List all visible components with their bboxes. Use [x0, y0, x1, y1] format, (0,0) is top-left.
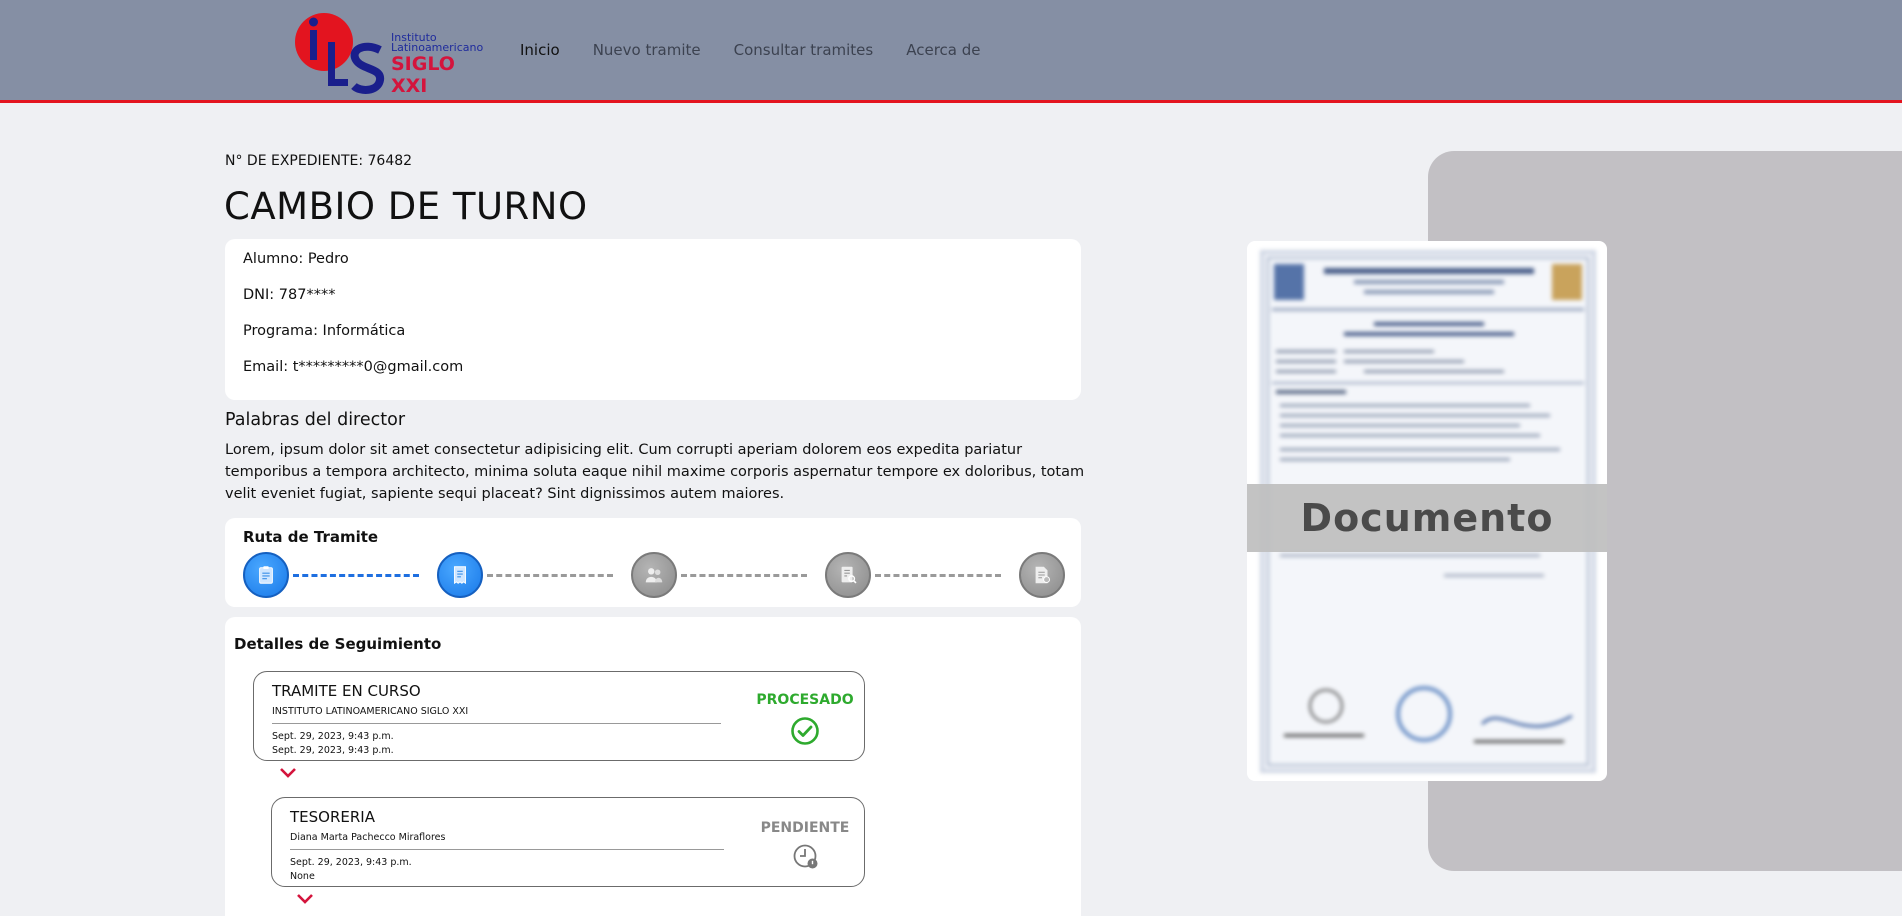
- divider: [290, 849, 724, 850]
- director-heading: Palabras del director: [225, 410, 406, 430]
- nav-acerca-de[interactable]: Acerca de: [906, 41, 980, 59]
- logo[interactable]: Instituto Latinoamericano SIGLO XXI: [294, 8, 483, 97]
- ruta-heading: Ruta de Tramite: [243, 528, 379, 546]
- document-search-icon: [841, 566, 857, 584]
- route-connector-done: [293, 574, 419, 577]
- document-label: Documento: [1300, 496, 1554, 540]
- route-step-5[interactable]: [1019, 552, 1065, 598]
- route-step-1[interactable]: [243, 552, 289, 598]
- logo-text-line3: SIGLO XXI: [391, 53, 455, 97]
- ils-logo-icon: [295, 13, 384, 94]
- route-step-3[interactable]: [631, 552, 677, 598]
- expediente-number: N° DE EXPEDIENTE: 76482: [225, 153, 413, 169]
- status-badge: PENDIENTE: [760, 820, 850, 836]
- tracking-item-date-start: Sept. 29, 2023, 9:43 p.m.: [272, 731, 394, 742]
- clock-icon: [793, 844, 818, 869]
- page-title: CAMBIO DE TURNO: [224, 185, 588, 228]
- status-badge: PROCESADO: [756, 692, 854, 708]
- tracking-item[interactable]: TRAMITE EN CURSO INSTITUTO LATINOAMERICA…: [253, 671, 865, 761]
- student-program: Programa: Informática: [243, 323, 406, 339]
- check-circle-icon: [791, 717, 819, 745]
- main-nav: Inicio Nuevo tramite Consultar tramites …: [520, 41, 981, 59]
- route-step-4[interactable]: [825, 552, 871, 598]
- receipt-icon: [454, 566, 466, 585]
- users-icon: [645, 568, 663, 583]
- tracking-item-date-end: None: [290, 871, 315, 882]
- chevron-down-icon[interactable]: [296, 893, 314, 905]
- tracking-item-date-end: Sept. 29, 2023, 9:43 p.m.: [272, 745, 394, 756]
- divider: [272, 723, 721, 724]
- route-connector: [875, 574, 1001, 577]
- nav-nuevo-tramite[interactable]: Nuevo tramite: [593, 41, 701, 59]
- ruta-tramite-card: Ruta de Tramite: [225, 518, 1081, 607]
- tracking-item-office: Diana Marta Pachecco Miraflores: [290, 832, 446, 843]
- nav-inicio[interactable]: Inicio: [520, 41, 560, 59]
- student-name: Alumno: Pedro: [243, 251, 349, 267]
- document-edit-icon: [1035, 566, 1050, 584]
- document-label-band: Documento: [1247, 484, 1607, 552]
- student-info-card: Alumno: Pedro DNI: 787**** Programa: Inf…: [225, 239, 1081, 400]
- nav-consultar-tramites[interactable]: Consultar tramites: [734, 41, 874, 59]
- seguimiento-heading: Detalles de Seguimiento: [234, 635, 442, 653]
- chevron-down-icon[interactable]: [279, 767, 297, 779]
- clipboard-icon: [259, 566, 273, 584]
- student-email: Email: t*********0@gmail.com: [243, 359, 464, 375]
- route-connector: [487, 574, 613, 577]
- tracking-item[interactable]: TESORERIA Diana Marta Pachecco Miraflore…: [271, 797, 865, 887]
- route-connector: [681, 574, 807, 577]
- top-navbar: Instituto Latinoamericano SIGLO XXI Inic…: [0, 0, 1902, 103]
- route-step-2[interactable]: [437, 552, 483, 598]
- director-message: Lorem, ipsum dolor sit amet consectetur …: [225, 442, 1085, 502]
- tracking-item-office: INSTITUTO LATINOAMERICANO SIGLO XXI: [272, 706, 469, 717]
- tracking-item-title: TRAMITE EN CURSO: [272, 682, 421, 700]
- student-dni: DNI: 787****: [243, 287, 336, 303]
- seguimiento-card: Detalles de Seguimiento TRAMITE EN CURSO…: [225, 617, 1081, 916]
- tracking-item-date-start: Sept. 29, 2023, 9:43 p.m.: [290, 857, 412, 868]
- tracking-item-title: TESORERIA: [290, 808, 375, 826]
